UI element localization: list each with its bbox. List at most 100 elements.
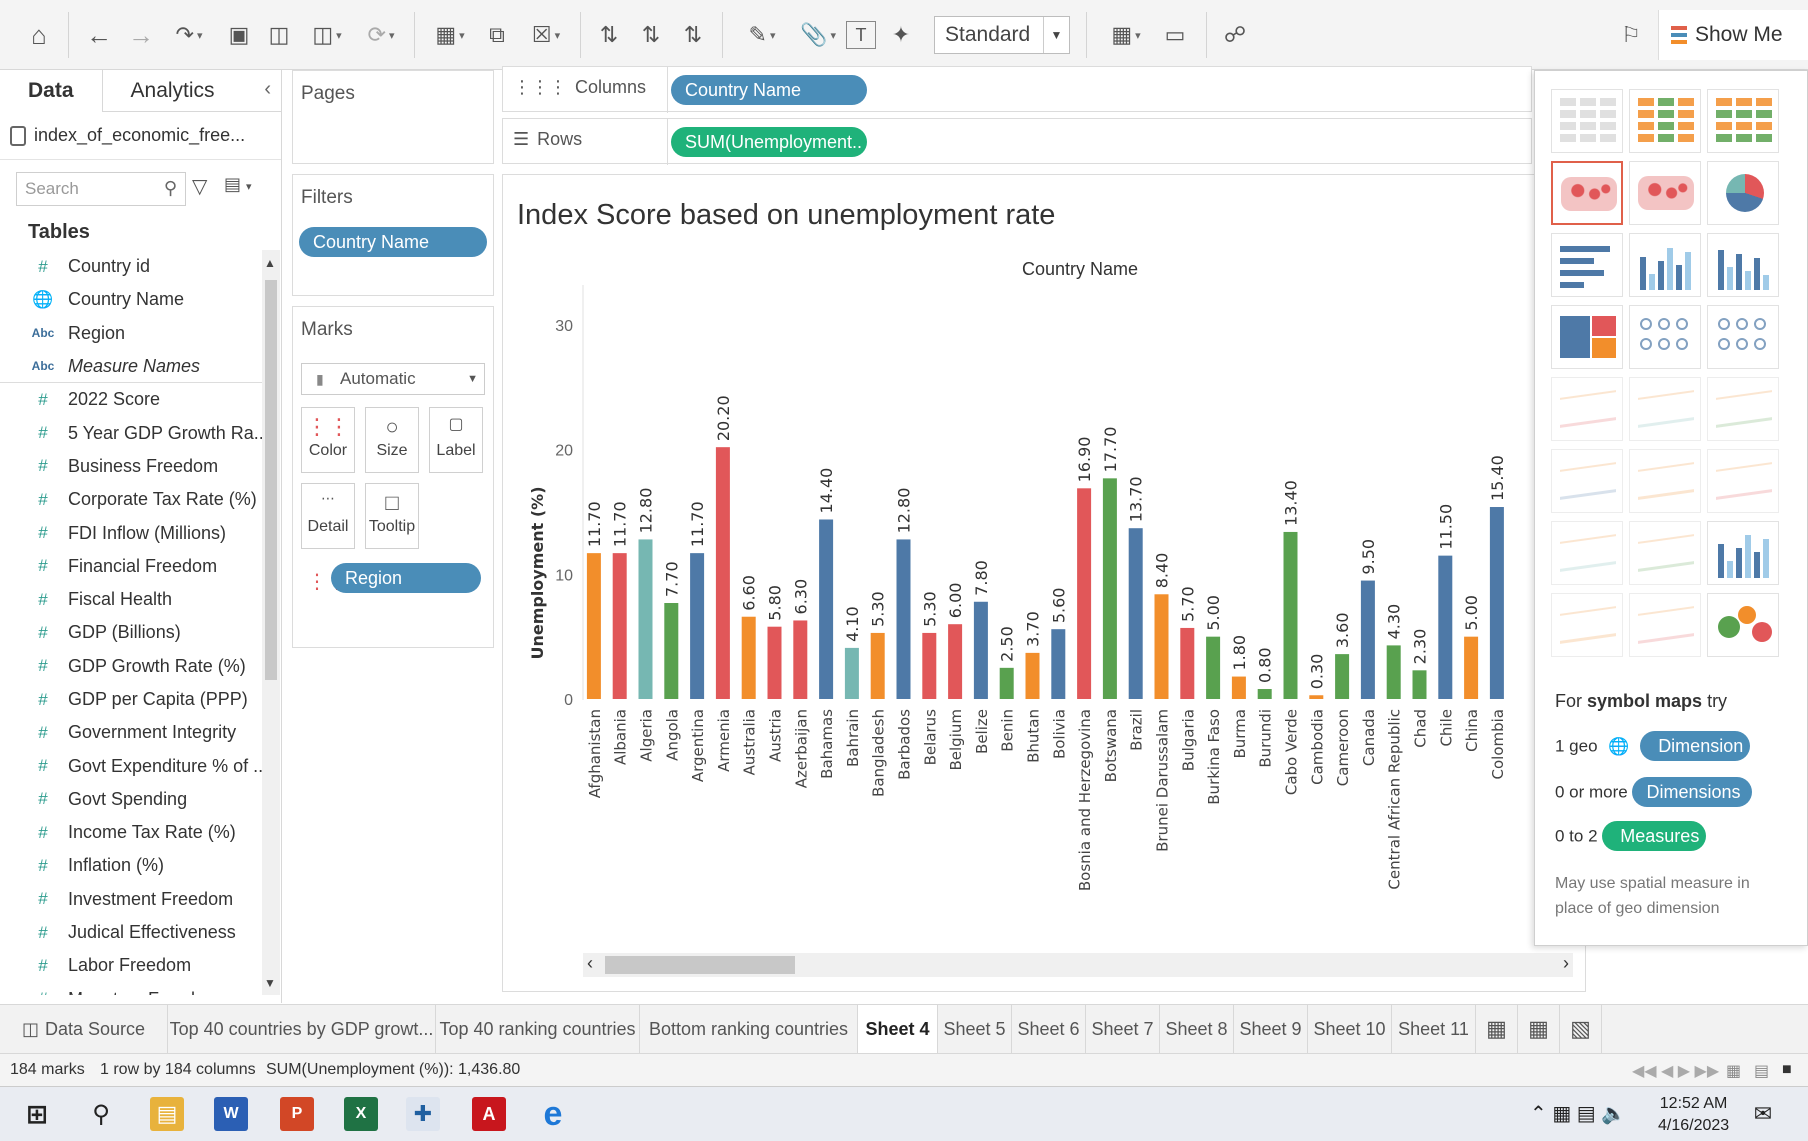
- powerpoint-icon[interactable]: P: [280, 1097, 314, 1131]
- new-story-icon[interactable]: ▧: [1560, 1005, 1602, 1053]
- bar[interactable]: [690, 553, 705, 699]
- size-button[interactable]: ○ Size: [365, 407, 419, 473]
- field-item[interactable]: # GDP Growth Rate (%): [0, 650, 262, 683]
- show-me-line-continuous[interactable]: [1551, 377, 1623, 441]
- file-explorer-icon[interactable]: ▤: [150, 1097, 184, 1131]
- bar[interactable]: [638, 539, 653, 699]
- bar[interactable]: [1489, 507, 1504, 699]
- bar[interactable]: [1102, 478, 1117, 699]
- scroll-down-icon[interactable]: ▼: [264, 976, 276, 990]
- presentation-mode-select[interactable]: Standard ▼: [934, 16, 1070, 54]
- bar[interactable]: [1335, 654, 1350, 699]
- show-me-line-discrete[interactable]: [1629, 377, 1701, 441]
- show-me-gantt-chart[interactable]: [1551, 593, 1623, 657]
- bar[interactable]: [999, 667, 1014, 699]
- region-pill[interactable]: Region: [331, 563, 481, 593]
- show-me-heat-map[interactable]: [1629, 89, 1701, 153]
- show-me-bullet-graph[interactable]: [1629, 593, 1701, 657]
- search-icon[interactable]: ⚲: [84, 1097, 118, 1131]
- bar[interactable]: [715, 447, 730, 699]
- tab-sheet-11[interactable]: Sheet 11: [1392, 1005, 1476, 1053]
- excel-icon[interactable]: X: [344, 1097, 378, 1131]
- field-item[interactable]: # Income Tax Rate (%): [0, 816, 262, 849]
- tooltip-sign-icon[interactable]: ⚐: [1614, 18, 1648, 52]
- show-me-area-continuous[interactable]: [1551, 449, 1623, 513]
- field-item[interactable]: #5 Year GDP Growth Ra...: [0, 416, 262, 449]
- tab-sheet-9[interactable]: Sheet 9: [1234, 1005, 1308, 1053]
- presentation-icon[interactable]: ▭: [1158, 18, 1192, 52]
- tab-sheet-5[interactable]: Sheet 5: [938, 1005, 1012, 1053]
- bar[interactable]: [741, 616, 756, 699]
- duplicate-icon[interactable]: ⧉: [480, 18, 514, 52]
- bar[interactable]: [1438, 555, 1453, 699]
- bar[interactable]: [767, 626, 782, 699]
- field-item[interactable]: Abc Measure Names: [0, 350, 262, 384]
- bar[interactable]: [1206, 636, 1221, 699]
- bar[interactable]: [612, 553, 627, 699]
- scroll-thumb[interactable]: [605, 956, 795, 974]
- field-item[interactable]: # Corporate Tax Rate (%): [0, 483, 262, 516]
- word-icon[interactable]: W: [214, 1097, 248, 1131]
- show-me-box-and-whisker[interactable]: [1707, 521, 1779, 585]
- sort-descending-icon[interactable]: ⇅: [676, 18, 710, 52]
- tab-top-40-gdp[interactable]: Top 40 countries by GDP growt...: [168, 1005, 436, 1053]
- field-item[interactable]: # Fiscal Health: [0, 583, 262, 616]
- field-item[interactable]: # Labor Freedom: [0, 949, 262, 982]
- pin-icon[interactable]: ✦: [884, 18, 918, 52]
- bar[interactable]: [1412, 670, 1427, 699]
- field-item[interactable]: # GDP per Capita (PPP): [0, 683, 262, 716]
- forward-icon[interactable]: →: [124, 18, 158, 52]
- bar[interactable]: [896, 539, 911, 699]
- filter-icon[interactable]: ▽: [192, 174, 207, 199]
- search-input[interactable]: Search ⚲: [16, 172, 186, 206]
- tab-sheet-6[interactable]: Sheet 6: [1012, 1005, 1086, 1053]
- mark-type-select[interactable]: ▮ Automatic ▼: [301, 363, 485, 395]
- pause-updates-icon[interactable]: ◫ ▾: [302, 18, 352, 52]
- field-item[interactable]: # GDP (Billions): [0, 616, 262, 649]
- acrobat-icon[interactable]: A: [472, 1097, 506, 1131]
- bar[interactable]: [1180, 627, 1195, 699]
- system-tray[interactable]: ⌃ ▦ ▤ 🔈: [1530, 1101, 1626, 1126]
- share-icon[interactable]: ☍: [1218, 18, 1252, 52]
- color-button[interactable]: ⋮⋮ Color: [301, 407, 355, 473]
- scroll-left-icon[interactable]: ‹: [587, 953, 593, 974]
- show-me-text-table[interactable]: [1551, 89, 1623, 153]
- field-item[interactable]: # Monetary Freedom: [0, 983, 262, 995]
- new-worksheet-icon[interactable]: ▦ ▾: [424, 18, 476, 52]
- group-icon[interactable]: 📎 ▾: [792, 18, 844, 52]
- field-item[interactable]: # Financial Freedom: [0, 550, 262, 583]
- show-me-symbol-map[interactable]: [1551, 161, 1623, 225]
- field-item[interactable]: # Judical Effectiveness: [0, 916, 262, 949]
- scroll-up-icon[interactable]: ▲: [264, 256, 276, 270]
- field-item[interactable]: # Investment Freedom: [0, 883, 262, 916]
- rows-pill[interactable]: SUM(Unemployment..: [671, 127, 867, 157]
- field-item[interactable]: # Govt Expenditure % of ...: [0, 749, 262, 782]
- show-me-scatter-plot[interactable]: [1551, 521, 1623, 585]
- bar[interactable]: [586, 553, 601, 699]
- field-item[interactable]: # Government Integrity: [0, 716, 262, 749]
- bar[interactable]: [1231, 676, 1246, 699]
- tab-data-source[interactable]: ◫ Data Source: [0, 1005, 168, 1053]
- bar[interactable]: [870, 632, 885, 699]
- bar[interactable]: [1077, 488, 1092, 699]
- show-me-dual-combination[interactable]: [1707, 449, 1779, 513]
- tab-sheet-8[interactable]: Sheet 8: [1160, 1005, 1234, 1053]
- bar[interactable]: [1051, 629, 1066, 699]
- bar[interactable]: [844, 647, 859, 699]
- bar[interactable]: [1025, 652, 1040, 699]
- edge-icon[interactable]: e: [536, 1095, 570, 1133]
- show-me-horizontal-bars[interactable]: [1551, 233, 1623, 297]
- bar[interactable]: [664, 603, 679, 699]
- filter-pill-country-name[interactable]: Country Name: [299, 227, 487, 257]
- bar[interactable]: [1386, 645, 1401, 699]
- show-me-pie-chart[interactable]: [1707, 161, 1779, 225]
- field-item[interactable]: # Govt Spending: [0, 783, 262, 816]
- show-me-circle-views[interactable]: [1629, 305, 1701, 369]
- show-me-packed-bubbles[interactable]: [1707, 593, 1779, 657]
- bar[interactable]: [819, 519, 834, 699]
- back-icon[interactable]: ←: [82, 18, 116, 52]
- bar[interactable]: [1309, 695, 1324, 699]
- bar[interactable]: [793, 620, 808, 699]
- sort-ascending-icon[interactable]: ⇅: [634, 18, 668, 52]
- show-me-treemap[interactable]: [1551, 305, 1623, 369]
